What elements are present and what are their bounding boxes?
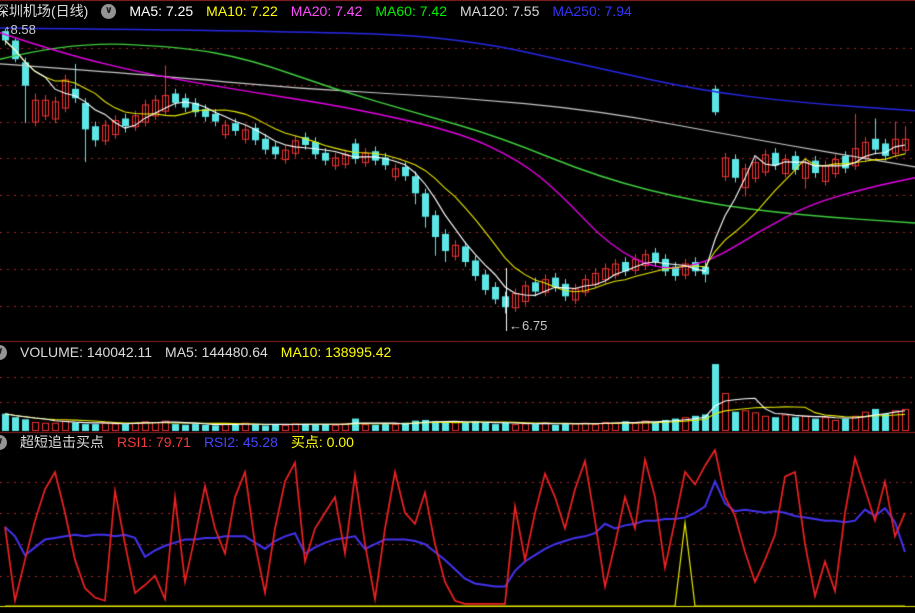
chevron-down-icon[interactable]: ∨	[0, 345, 7, 360]
ma250-value: MA250: 7.94	[552, 2, 631, 20]
stock-chart-window: 深圳机场(日线) ∨ MA5: 7.25 MA10: 7.22 MA20: 7.…	[0, 0, 915, 613]
volume-ma5-value: MA5: 144480.64	[165, 343, 268, 361]
buy-point-value: 买点: 0.00	[291, 433, 354, 451]
volume-panel-header: ∨ VOLUME: 140042.11 MA5: 144480.64 MA10:…	[0, 343, 404, 361]
chart-canvas[interactable]	[0, 0, 915, 613]
stock-title: 深圳机场(日线)	[0, 2, 88, 20]
high-price-label: ↑8.58	[4, 22, 36, 37]
rsi2-value: RSI2: 45.28	[204, 433, 278, 451]
volume-ma10-value: MA10: 138995.42	[281, 343, 392, 361]
rsi-panel-header: ∨ 超短追击买点 RSI1: 79.71 RSI2: 45.28 买点: 0.0…	[0, 433, 367, 451]
ma60-value: MA60: 7.42	[375, 2, 447, 20]
main-chart-header: 深圳机场(日线) ∨ MA5: 7.25 MA10: 7.22 MA20: 7.…	[0, 2, 645, 20]
chevron-down-icon[interactable]: ∨	[101, 4, 116, 19]
indicator-name: 超短追击买点	[20, 433, 104, 451]
ma10-value: MA10: 7.22	[206, 2, 278, 20]
ma120-value: MA120: 7.55	[460, 2, 539, 20]
ma20-value: MA20: 7.42	[291, 2, 363, 20]
rsi1-value: RSI1: 79.71	[117, 433, 191, 451]
ma5-value: MA5: 7.25	[129, 2, 193, 20]
chevron-down-icon[interactable]: ∨	[0, 435, 7, 450]
volume-value: VOLUME: 140042.11	[20, 343, 152, 361]
low-price-label: ←6.75	[509, 318, 547, 333]
